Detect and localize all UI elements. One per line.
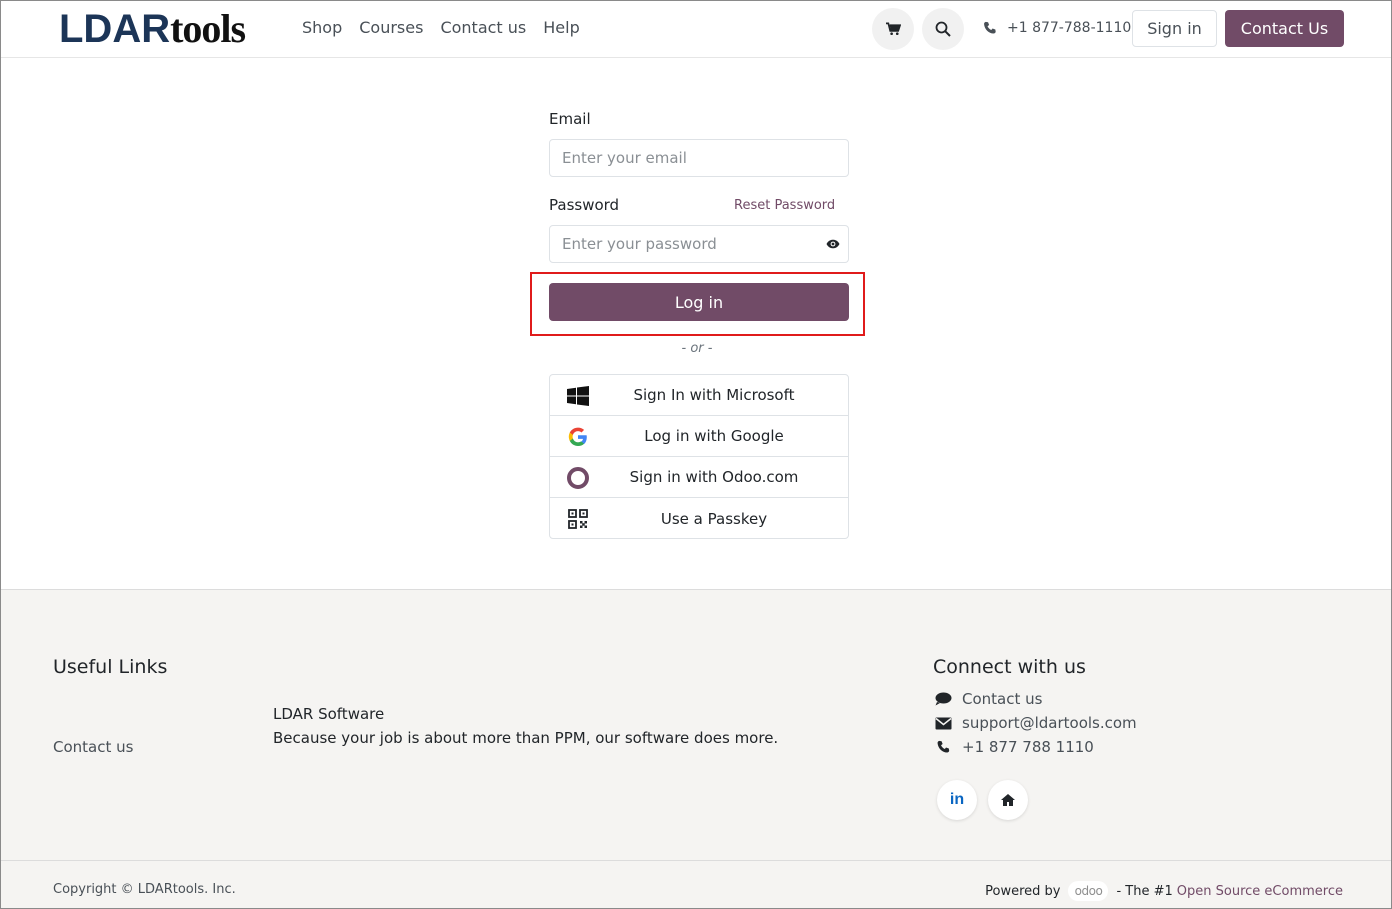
nav-help[interactable]: Help [543,18,579,37]
phone-icon [984,21,996,34]
nav-shop[interactable]: Shop [302,18,342,37]
envelope-icon [935,717,952,729]
nav-contact-us[interactable]: Contact us [440,18,526,37]
email-input[interactable]: Enter your email [549,139,849,177]
copyright-text: Copyright © LDARtools. Inc. [53,882,236,897]
main-nav: Shop Courses Contact us Help [302,18,580,37]
logo-text-tools: tools [170,6,246,51]
sign-in-button[interactable]: Sign in [1132,10,1217,47]
search-button[interactable] [922,8,964,50]
or-divider: - or - [681,341,713,356]
home-button[interactable] [988,780,1028,820]
search-icon [935,21,951,37]
password-input[interactable]: Enter your password [549,225,819,263]
odoo-logo[interactable]: odoo [1068,881,1109,901]
oauth-google-label: Log in with Google [644,427,784,445]
email-label: Email [549,110,591,128]
login-button[interactable]: Log in [549,283,849,321]
tagline-prefix: - The #1 [1116,883,1173,899]
chat-bubble-icon [935,692,952,706]
useful-links-title: Useful Links [53,656,168,678]
powered-by: Powered by odoo - The #1 Open Source eCo… [985,881,1343,901]
oauth-microsoft-label: Sign In with Microsoft [633,386,795,404]
qr-code-icon [566,508,590,530]
oauth-google-button[interactable]: Log in with Google [550,416,848,457]
logo-text-ldar: LDAR [59,7,171,51]
linkedin-button[interactable]: in [937,780,977,820]
connect-contact-link[interactable]: Contact us [935,690,1042,708]
powered-by-label: Powered by [985,883,1061,899]
home-icon [1001,794,1015,806]
site-header: LDARtools Shop Courses Contact us Help +… [1,1,1391,58]
nav-courses[interactable]: Courses [359,18,423,37]
connect-phone-text: +1 877 788 1110 [962,738,1094,756]
footer-contact-link[interactable]: Contact us [53,738,133,756]
open-source-ecommerce-link[interactable]: Open Source eCommerce [1177,884,1343,899]
microsoft-icon [566,385,590,407]
site-footer: Useful Links Contact us LDAR Software Be… [1,589,1391,861]
connect-contact-text: Contact us [962,690,1043,708]
contact-us-button[interactable]: Contact Us [1225,10,1344,47]
site-logo[interactable]: LDARtools [59,6,246,51]
show-password-button[interactable] [818,225,849,263]
connect-phone-link[interactable]: +1 877 788 1110 [935,738,1094,756]
connect-title: Connect with us [933,656,1086,678]
copyright-bar: Copyright © LDARtools. Inc. Powered by o… [1,860,1391,908]
odoo-ring-icon [566,467,590,489]
cart-button[interactable] [872,8,914,50]
connect-email-link[interactable]: support@ldartools.com [935,714,1137,732]
header-phone-text: +1 877-788-1110 [1007,20,1132,36]
google-icon [566,426,590,448]
oauth-passkey-label: Use a Passkey [660,509,768,528]
odoo-logo-text: odoo [1074,884,1103,898]
phone-icon [937,740,950,753]
oauth-passkey-button[interactable]: Use a Passkey [550,498,848,539]
reset-password-link[interactable]: Reset Password [734,198,835,213]
oauth-microsoft-button[interactable]: Sign In with Microsoft [550,375,848,416]
header-phone[interactable]: +1 877-788-1110 [983,20,1131,36]
oauth-provider-list: Sign In with Microsoft Log in with Googl… [549,374,849,539]
cart-icon [885,22,901,35]
about-text: Because your job is about more than PPM,… [273,729,779,747]
linkedin-icon: in [949,791,965,808]
about-title: LDAR Software [273,705,385,723]
oauth-odoo-label: Sign in with Odoo.com [629,468,799,486]
eye-icon [826,239,840,249]
connect-email-text: support@ldartools.com [962,714,1137,732]
oauth-odoo-button[interactable]: Sign in with Odoo.com [550,457,848,498]
password-label: Password [549,196,620,214]
